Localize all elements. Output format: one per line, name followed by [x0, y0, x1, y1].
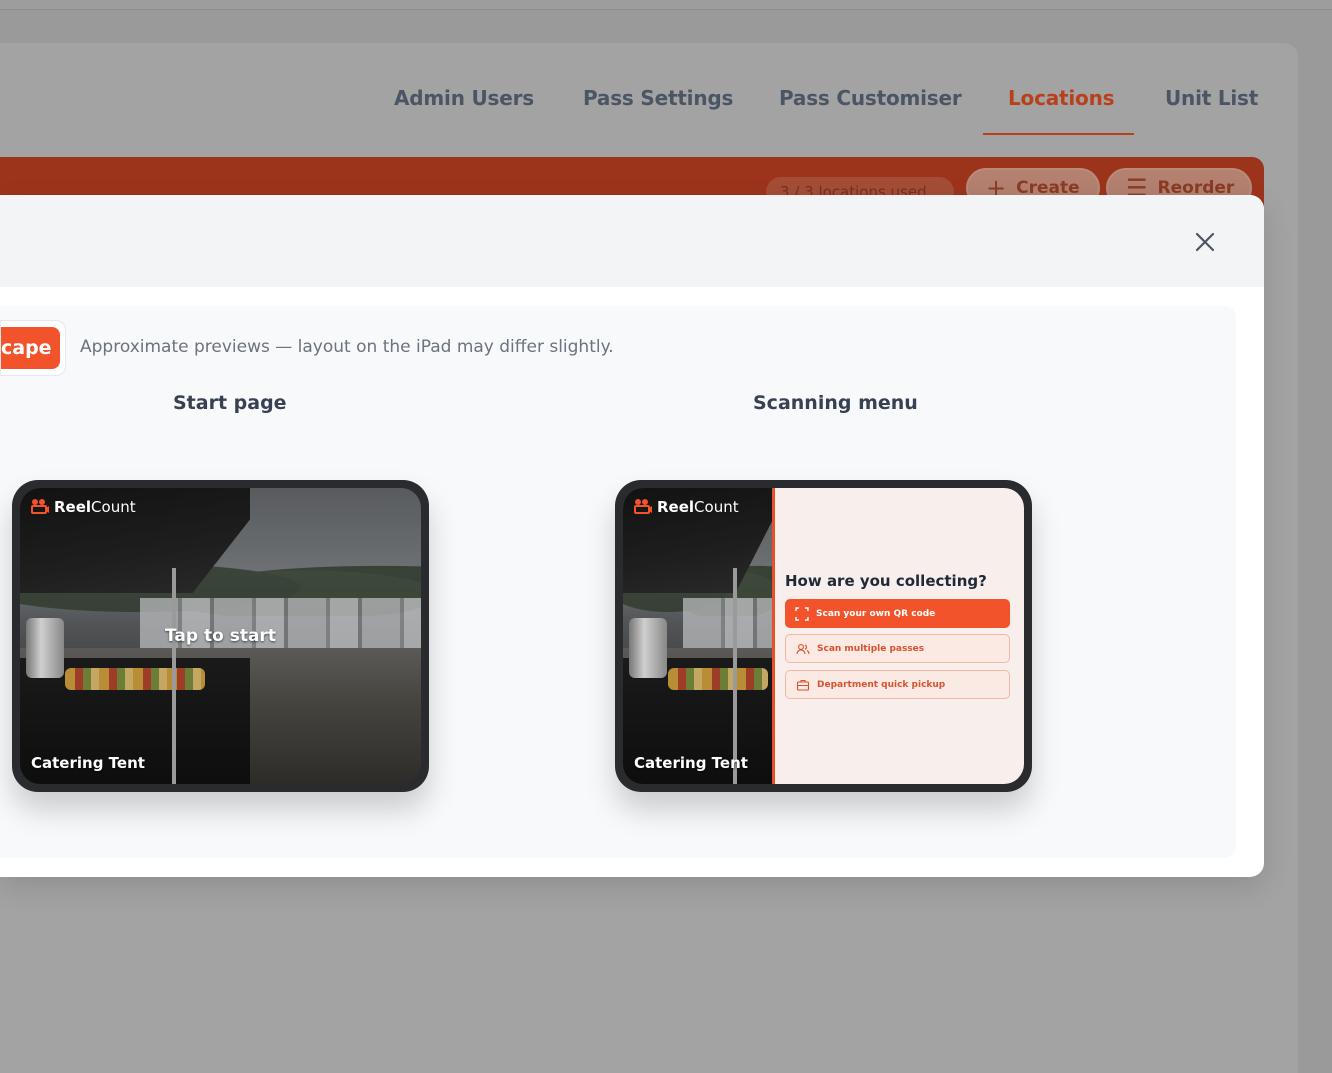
settings-tabs: Admin Users Pass Settings Pass Customise…	[0, 86, 1332, 136]
scan-own-qr-button[interactable]: Scan your own QR code	[785, 599, 1010, 628]
landscape-label: cape	[1, 337, 52, 359]
reelcount-logo: Reel Count	[633, 498, 739, 516]
brand-bold: Reel	[54, 498, 92, 516]
preview-hint: Approximate previews — layout on the iPa…	[80, 337, 614, 357]
modal-header	[0, 195, 1264, 287]
start-page-screen: Reel Count Tap to start Catering Tent	[20, 488, 421, 784]
scan-multiple-passes-button[interactable]: Scan multiple passes	[785, 634, 1010, 663]
tab-pass-settings[interactable]: Pass Settings	[583, 86, 733, 110]
tap-to-start: Tap to start	[165, 626, 276, 646]
users-icon	[796, 643, 810, 654]
scanning-menu-screen: Reel Count Catering Tent How are you coll…	[623, 488, 1024, 784]
browser-top-strip	[0, 0, 1332, 10]
tab-pass-customiser[interactable]: Pass Customiser	[779, 86, 962, 110]
location-name: Catering Tent	[31, 754, 145, 772]
reelcount-logo-icon	[634, 499, 652, 514]
scan-multiple-label: Scan multiple passes	[817, 643, 925, 654]
catering-tent-photo-side: Reel Count Catering Tent	[623, 488, 773, 784]
briefcase-icon	[796, 679, 810, 691]
scan-frame-icon	[795, 606, 809, 621]
brand-rest: Count	[694, 498, 739, 516]
active-tab-underline	[983, 133, 1134, 135]
orientation-toggle: cape	[0, 320, 66, 376]
brand-rest: Count	[91, 498, 136, 516]
start-page-title: Start page	[173, 392, 287, 414]
reelcount-logo: Reel Count	[30, 498, 136, 516]
scan-own-qr-label: Scan your own QR code	[816, 608, 936, 619]
collection-menu: How are you collecting? Scan your own QR…	[775, 488, 1024, 784]
location-name: Catering Tent	[634, 754, 748, 772]
start-page-ipad-preview: Reel Count Tap to start Catering Tent	[12, 480, 429, 792]
scanning-menu-ipad-preview: Reel Count Catering Tent How are you coll…	[615, 480, 1032, 792]
tab-locations[interactable]: Locations	[1008, 86, 1115, 110]
tab-admin-users[interactable]: Admin Users	[394, 86, 534, 110]
close-icon[interactable]	[1190, 227, 1220, 257]
scanning-menu-title: Scanning menu	[753, 392, 918, 414]
landscape-button[interactable]: cape	[1, 327, 60, 369]
collection-question: How are you collecting?	[785, 572, 987, 590]
tab-unit-list[interactable]: Unit List	[1165, 86, 1258, 110]
reelcount-logo-icon	[31, 499, 49, 514]
brand-bold: Reel	[657, 498, 695, 516]
department-quick-pickup-button[interactable]: Department quick pickup	[785, 670, 1010, 699]
department-pickup-label: Department quick pickup	[817, 679, 946, 690]
